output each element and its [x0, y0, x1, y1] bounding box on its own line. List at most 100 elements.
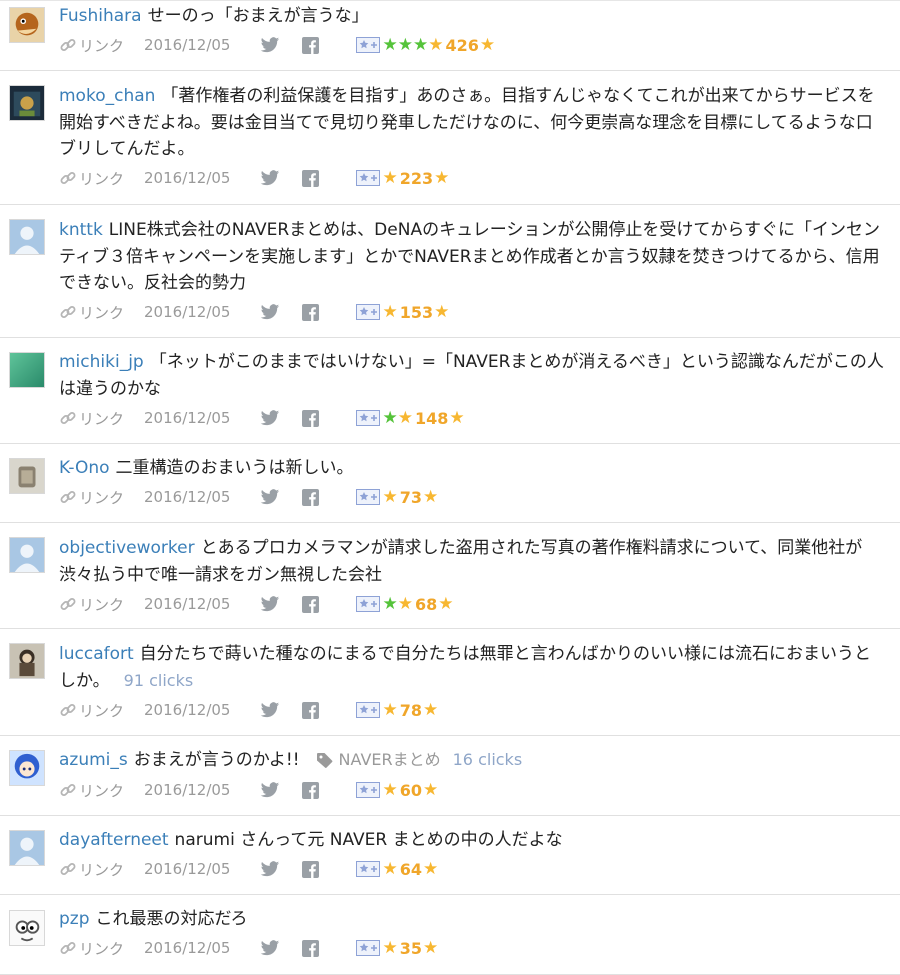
yellow-star-icon[interactable]: ★ [398, 595, 413, 613]
link-icon[interactable] [59, 939, 77, 957]
twitter-share-icon[interactable] [260, 169, 280, 187]
yellow-star-icon[interactable]: ★ [382, 781, 397, 799]
username-link[interactable]: azumi_s [59, 750, 128, 770]
yellow-star-icon[interactable]: ★ [382, 939, 397, 957]
link-icon[interactable] [59, 169, 77, 187]
yellow-star-icon[interactable]: ★ [434, 169, 449, 187]
username-link[interactable]: objectiveworker [59, 538, 195, 558]
avatar[interactable] [9, 352, 45, 388]
facebook-share-icon[interactable] [302, 781, 320, 799]
green-star-icon[interactable]: ★ [382, 36, 397, 54]
link-icon[interactable] [59, 488, 77, 506]
username-link[interactable]: moko_chan [59, 86, 155, 106]
yellow-star-icon[interactable]: ★ [423, 781, 438, 799]
facebook-share-icon[interactable] [302, 488, 320, 506]
tag-label[interactable]: NAVERまとめ [339, 750, 441, 769]
yellow-star-icon[interactable]: ★ [423, 488, 438, 506]
link-icon[interactable] [59, 701, 77, 719]
facebook-share-icon[interactable] [302, 701, 320, 719]
add-star-icon[interactable] [356, 410, 381, 426]
avatar[interactable] [9, 537, 45, 573]
username-link[interactable]: pzp [59, 909, 90, 929]
star-count[interactable]: 64 [400, 860, 422, 879]
link-icon[interactable] [59, 409, 77, 427]
yellow-star-icon[interactable]: ★ [382, 701, 397, 719]
permalink[interactable]: リンク [79, 780, 124, 801]
tag-clicks-count[interactable]: 16 clicks [453, 750, 523, 769]
green-star-icon[interactable]: ★ [382, 409, 397, 427]
star-count[interactable]: 68 [415, 595, 437, 614]
add-star-icon[interactable] [356, 861, 381, 877]
add-star-icon[interactable] [356, 702, 381, 718]
add-star-icon[interactable] [356, 782, 381, 798]
star-count[interactable]: 148 [415, 409, 448, 428]
facebook-share-icon[interactable] [302, 939, 320, 957]
facebook-share-icon[interactable] [302, 595, 320, 613]
star-count[interactable]: 73 [400, 488, 422, 507]
avatar[interactable] [9, 910, 45, 946]
add-star-icon[interactable] [356, 489, 381, 505]
facebook-share-icon[interactable] [302, 860, 320, 878]
yellow-star-icon[interactable]: ★ [382, 488, 397, 506]
add-star-icon[interactable] [356, 304, 381, 320]
green-star-icon[interactable]: ★ [398, 36, 413, 54]
facebook-share-icon[interactable] [302, 169, 320, 187]
yellow-star-icon[interactable]: ★ [382, 169, 397, 187]
permalink[interactable]: リンク [79, 168, 124, 189]
star-count[interactable]: 153 [400, 303, 433, 322]
yellow-star-icon[interactable]: ★ [382, 303, 397, 321]
twitter-share-icon[interactable] [260, 303, 280, 321]
link-icon[interactable] [59, 36, 77, 54]
green-star-icon[interactable]: ★ [413, 36, 428, 54]
permalink[interactable]: リンク [79, 408, 124, 429]
permalink[interactable]: リンク [79, 302, 124, 323]
twitter-share-icon[interactable] [260, 701, 280, 719]
username-link[interactable]: knttk [59, 220, 103, 240]
twitter-share-icon[interactable] [260, 595, 280, 613]
add-star-icon[interactable] [356, 940, 381, 956]
add-star-icon[interactable] [356, 37, 381, 53]
green-star-icon[interactable]: ★ [382, 595, 397, 613]
facebook-share-icon[interactable] [302, 409, 320, 427]
link-icon[interactable] [59, 860, 77, 878]
facebook-share-icon[interactable] [302, 303, 320, 321]
tag[interactable]: NAVERまとめ [316, 750, 441, 769]
twitter-share-icon[interactable] [260, 939, 280, 957]
permalink[interactable]: リンク [79, 859, 124, 880]
clicks-count[interactable]: 91 clicks [124, 671, 194, 690]
username-link[interactable]: Fushihara [59, 6, 142, 26]
yellow-star-icon[interactable]: ★ [398, 409, 413, 427]
username-link[interactable]: dayafterneet [59, 830, 169, 850]
permalink[interactable]: リンク [79, 35, 124, 56]
twitter-share-icon[interactable] [260, 488, 280, 506]
star-count[interactable]: 35 [400, 939, 422, 958]
yellow-star-icon[interactable]: ★ [480, 36, 495, 54]
avatar[interactable] [9, 7, 45, 43]
star-count[interactable]: 223 [400, 169, 433, 188]
yellow-star-icon[interactable]: ★ [382, 860, 397, 878]
twitter-share-icon[interactable] [260, 860, 280, 878]
yellow-star-icon[interactable]: ★ [423, 939, 438, 957]
add-star-icon[interactable] [356, 170, 381, 186]
permalink[interactable]: リンク [79, 700, 124, 721]
username-link[interactable]: luccafort [59, 644, 134, 664]
twitter-share-icon[interactable] [260, 409, 280, 427]
yellow-star-icon[interactable]: ★ [434, 303, 449, 321]
avatar[interactable] [9, 830, 45, 866]
link-icon[interactable] [59, 303, 77, 321]
yellow-star-icon[interactable]: ★ [423, 701, 438, 719]
avatar[interactable] [9, 643, 45, 679]
link-icon[interactable] [59, 781, 77, 799]
avatar[interactable] [9, 458, 45, 494]
add-star-icon[interactable] [356, 596, 381, 612]
avatar[interactable] [9, 750, 45, 786]
star-count[interactable]: 60 [400, 781, 422, 800]
yellow-star-icon[interactable]: ★ [449, 409, 464, 427]
permalink[interactable]: リンク [79, 487, 124, 508]
star-count[interactable]: 78 [400, 701, 422, 720]
avatar[interactable] [9, 85, 45, 121]
username-link[interactable]: K-Ono [59, 458, 110, 478]
yellow-star-icon[interactable]: ★ [423, 860, 438, 878]
avatar[interactable] [9, 219, 45, 255]
yellow-star-icon[interactable]: ★ [438, 595, 453, 613]
